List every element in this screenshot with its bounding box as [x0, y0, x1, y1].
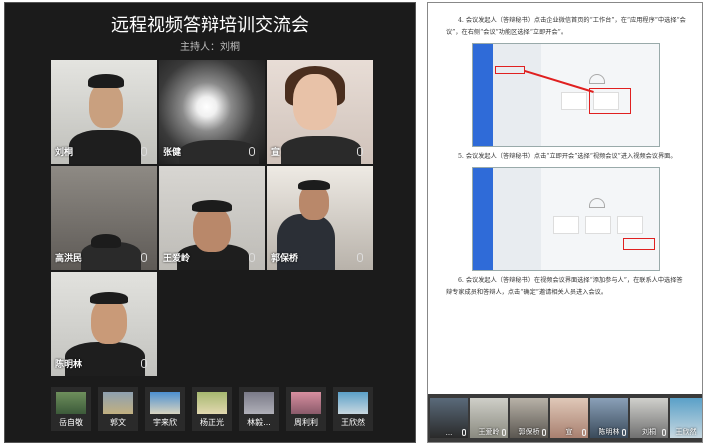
video-grid: 刘桐 张健 宣 高洪民 王爱岭 郭保桥 陈明林	[51, 60, 373, 378]
participant-thumbnail[interactable]: 郭文	[98, 387, 138, 431]
microphone-icon	[249, 253, 255, 262]
participant-name: 郭保桥	[271, 254, 299, 264]
participant-thumbnail[interactable]: 刘桐	[630, 398, 668, 438]
video-tile[interactable]: 刘桐	[51, 60, 157, 164]
meeting-title: 远程视频答辩培训交流会	[111, 15, 309, 36]
participant-thumbnail[interactable]: 杨正光	[192, 387, 232, 431]
participant-thumbnail[interactable]: 宇来欣	[145, 387, 185, 431]
microphone-icon	[502, 429, 506, 436]
microphone-icon	[249, 147, 255, 156]
participant-thumbnail[interactable]: 林毅...	[239, 387, 279, 431]
document-page: 4. 会议发起人（答辩秘书）点击企业微信首页的“工作台”，在“应用程序”中选择“…	[440, 7, 692, 385]
participant-name: 陈明林	[55, 360, 83, 370]
document-screenshot	[472, 167, 660, 271]
highlight-box	[623, 238, 655, 250]
microphone-icon	[357, 253, 363, 262]
avatar	[150, 392, 180, 414]
participant-thumbnail[interactable]: 王欣然	[333, 387, 373, 431]
video-tile[interactable]: 王爱岭	[159, 166, 265, 270]
highlight-box	[495, 66, 525, 74]
microphone-icon	[622, 429, 626, 436]
microphone-icon	[582, 429, 586, 436]
document-paragraph: 5. 会议发起人（答辩秘书）点击“立即开会”选择“视频会议”进入视频会议界面。	[458, 153, 677, 160]
participant-name: 高洪民	[55, 254, 83, 264]
participant-thumbnail-strip: 岳自敬 郭文 宇来欣 杨正光 林毅... 周利利 王欣然	[51, 387, 381, 431]
screenshot-root: 远程视频答辩培训交流会 主持人：刘桐 刘桐 张健 宣 高洪民 王爱岭 郭保桥 陈…	[0, 0, 705, 445]
avatar	[338, 392, 368, 414]
video-tile[interactable]: 郭保桥	[267, 166, 373, 270]
document-screenshot	[472, 43, 660, 147]
participant-thumbnail[interactable]: 宣	[550, 398, 588, 438]
document-paragraph: 6. 会议发起人（答辩秘书）在视频会议界面选择“添加参与人”，在联系人中选择答辩…	[446, 277, 683, 296]
video-conference-panel: 远程视频答辩培训交流会 主持人：刘桐 刘桐 张健 宣 高洪民 王爱岭 郭保桥 陈…	[4, 2, 416, 443]
avatar	[103, 392, 133, 414]
video-tile[interactable]: 陈明林	[51, 272, 157, 376]
shared-document-panel: 4. 会议发起人（答辩秘书）点击企业微信首页的“工作台”，在“应用程序”中选择“…	[427, 2, 703, 443]
microphone-icon	[542, 429, 546, 436]
video-tile[interactable]: 高洪民	[51, 166, 157, 270]
microphone-icon	[141, 253, 147, 262]
participant-name: 刘桐	[55, 148, 74, 158]
participant-name: 张健	[163, 148, 182, 158]
document-paragraph: 4. 会议发起人（答辩秘书）点击企业微信首页的“工作台”，在“应用程序”中选择“…	[446, 17, 686, 36]
avatar	[56, 392, 86, 414]
meeting-host: 主持人：刘桐	[180, 42, 240, 53]
microphone-icon	[141, 147, 147, 156]
participant-thumbnail[interactable]: 岳自敬	[51, 387, 91, 431]
participant-thumbnail[interactable]: 周利利	[286, 387, 326, 431]
participant-name: 宣	[271, 148, 281, 158]
microphone-icon	[357, 147, 363, 156]
video-tile[interactable]: 张健	[159, 60, 265, 164]
highlight-box	[589, 88, 631, 114]
microphone-icon	[662, 429, 666, 436]
participant-thumbnail[interactable]: 王爱岭	[470, 398, 508, 438]
participant-thumbnail[interactable]: 王欣然	[670, 398, 702, 438]
participant-thumbnail[interactable]: 郭保桥	[510, 398, 548, 438]
avatar	[291, 392, 321, 414]
avatar	[197, 392, 227, 414]
participant-name: 王爱岭	[163, 254, 191, 264]
participant-thumbnail[interactable]: 陈明林	[590, 398, 628, 438]
video-tile[interactable]: 宣	[267, 60, 373, 164]
microphone-icon	[462, 429, 466, 436]
participant-thumbnail[interactable]: ...	[430, 398, 468, 438]
microphone-icon	[141, 359, 147, 368]
participant-bottom-strip: ... 王爱岭 郭保桥 宣 陈明林 刘桐 王欣然	[428, 394, 702, 442]
avatar	[244, 392, 274, 414]
